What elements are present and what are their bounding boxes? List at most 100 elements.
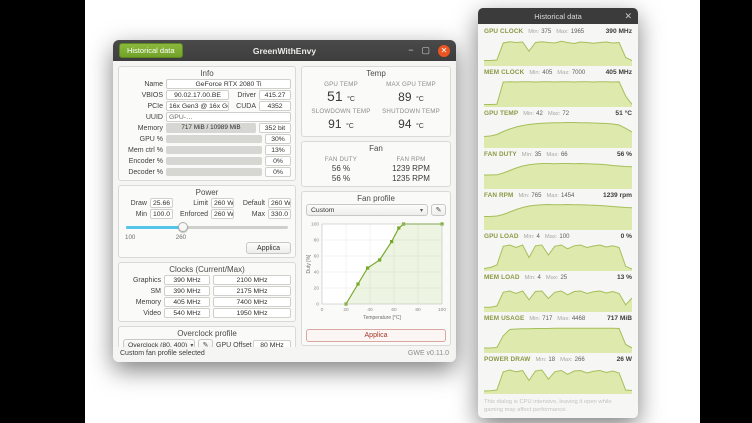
fan-duty-2: 56 % bbox=[306, 174, 376, 183]
main-window: Historical data GreenWithEnvy − ▢ ✕ Info… bbox=[113, 40, 456, 362]
metric-min: 35 bbox=[535, 152, 542, 158]
left-column: Info Name GeForce RTX 2080 Ti VBIOS 90.0… bbox=[118, 66, 296, 345]
main-content: Info Name GeForce RTX 2080 Ti VBIOS 90.0… bbox=[113, 61, 456, 347]
memory-usage-bar: 717 MiB / 10989 MiB bbox=[166, 123, 256, 133]
clock-current: 540 MHz bbox=[164, 308, 210, 318]
metric-name: MEM USAGE bbox=[484, 315, 524, 322]
power-title: Power bbox=[123, 188, 291, 197]
clock-label: Graphics bbox=[123, 277, 161, 284]
clock-current: 405 MHz bbox=[164, 297, 210, 307]
edit-fan-profile-button[interactable]: ✎ bbox=[431, 204, 446, 216]
edit-overclock-profile-button[interactable]: ✎ bbox=[198, 339, 213, 347]
historical-titlebar: Historical data ✕ bbox=[478, 8, 638, 24]
close-icon[interactable]: ✕ bbox=[438, 45, 450, 57]
metric-max: 266 bbox=[575, 357, 585, 363]
slider-thumb[interactable] bbox=[178, 222, 188, 232]
fan-section: Fan FAN DUTY FAN RPM 56 % 1239 RPM 56 % … bbox=[301, 141, 451, 187]
pcie-label: PCIe bbox=[123, 103, 163, 110]
metric-name: GPU CLOCK bbox=[484, 28, 523, 35]
fan-curve-chart: 020406080100020406080100Temperature [°C]… bbox=[306, 218, 446, 324]
clock-label: SM bbox=[123, 288, 161, 295]
close-icon[interactable]: ✕ bbox=[624, 12, 632, 21]
slider-value-mark: 260 bbox=[176, 234, 186, 241]
overclock-title: Overclock profile bbox=[123, 329, 291, 338]
name-label: Name bbox=[123, 81, 163, 88]
svg-text:40: 40 bbox=[314, 270, 320, 276]
svg-text:60: 60 bbox=[314, 254, 320, 260]
mem-ctrl-value: 13% bbox=[265, 145, 291, 155]
memory-bus-value: 352 bit bbox=[259, 123, 291, 133]
metric-current: 405 MHz bbox=[606, 69, 632, 76]
fan-profile-select[interactable]: Custom ▾ bbox=[306, 204, 428, 216]
gpu-offset-value: 80 MHz bbox=[253, 340, 291, 347]
metric-current: 717 MiB bbox=[607, 315, 632, 322]
gpu-name-value: GeForce RTX 2080 Ti bbox=[166, 79, 291, 89]
window-controls: − ▢ ✕ bbox=[408, 45, 450, 57]
metric-row-mem-clock: MEM CLOCK Min:405 Max:7000 405 MHz bbox=[484, 69, 632, 107]
svg-text:80: 80 bbox=[415, 307, 421, 313]
maximize-icon[interactable]: ▢ bbox=[421, 46, 430, 55]
clock-max: 1950 MHz bbox=[213, 308, 291, 318]
info-section: Info Name GeForce RTX 2080 Ti VBIOS 90.0… bbox=[118, 66, 296, 181]
power-draw-label: Draw bbox=[123, 200, 147, 207]
history-chart bbox=[484, 38, 632, 66]
metric-min: 18 bbox=[548, 357, 555, 363]
svg-text:20: 20 bbox=[314, 286, 320, 292]
metric-name: FAN RPM bbox=[484, 192, 513, 199]
fan-profile-title: Fan profile bbox=[306, 194, 446, 203]
metric-name: GPU LOAD bbox=[484, 233, 519, 240]
svg-text:20: 20 bbox=[343, 307, 349, 313]
power-enforced-value: 260 W bbox=[211, 209, 234, 219]
metric-min: 4 bbox=[538, 275, 541, 281]
svg-text:0: 0 bbox=[316, 302, 319, 308]
pencil-icon: ✎ bbox=[436, 206, 442, 214]
power-apply-button[interactable]: Applica bbox=[246, 242, 291, 254]
historical-data-button[interactable]: Historical data bbox=[119, 43, 183, 58]
metric-max: 25 bbox=[560, 275, 567, 281]
svg-text:80: 80 bbox=[314, 238, 320, 244]
metric-max: 100 bbox=[559, 234, 569, 240]
encoder-bar bbox=[166, 157, 262, 165]
driver-label: Driver bbox=[232, 92, 256, 99]
app-version: GWE v0.11.0 bbox=[408, 350, 449, 357]
power-section: Power Draw 25.66 W Limit 260 W Default 2… bbox=[118, 185, 296, 258]
metric-current: 26 W bbox=[617, 356, 632, 363]
minimize-icon[interactable]: − bbox=[408, 46, 413, 55]
fan-apply-button[interactable]: Applica bbox=[306, 329, 446, 342]
metric-max: 7000 bbox=[572, 70, 585, 76]
memory-usage-text: 717 MiB / 10989 MiB bbox=[166, 123, 256, 133]
metric-min: 717 bbox=[542, 316, 552, 322]
slowdown-temp-label: SLOWDOWN TEMP bbox=[306, 108, 376, 115]
svg-text:100: 100 bbox=[438, 307, 446, 313]
fan-duty-1: 56 % bbox=[306, 164, 376, 173]
decoder-label: Decoder % bbox=[123, 169, 163, 176]
decoder-value: 0% bbox=[265, 167, 291, 177]
clock-max: 7400 MHz bbox=[213, 297, 291, 307]
power-limit-slider[interactable] bbox=[126, 221, 288, 234]
historical-window-title: Historical data bbox=[478, 12, 638, 21]
gpu-usage-label: GPU % bbox=[123, 136, 163, 143]
metric-max: 4468 bbox=[572, 316, 585, 322]
clock-label: Video bbox=[123, 310, 161, 317]
cpu-warning-note: This dialog is CPU intensive, leaving it… bbox=[484, 398, 632, 414]
fan-title: Fan bbox=[306, 144, 446, 153]
overclock-profile-select[interactable]: Overclock (80, 400) ▾ bbox=[123, 339, 195, 347]
max-gpu-temp-value: 89 bbox=[398, 90, 411, 104]
fan-rpm-1: 1239 RPM bbox=[376, 164, 446, 173]
fan-profile-value: Custom bbox=[311, 207, 334, 214]
mem-ctrl-bar bbox=[166, 146, 262, 154]
power-limit-value: 260 W bbox=[211, 198, 234, 208]
metric-min: 42 bbox=[536, 111, 543, 117]
main-window-body: Info Name GeForce RTX 2080 Ti VBIOS 90.0… bbox=[113, 61, 456, 362]
clock-current: 390 MHz bbox=[164, 286, 210, 296]
power-max-value: 330.0 W bbox=[268, 209, 291, 219]
metric-current: 0 % bbox=[621, 233, 632, 240]
gpu-usage-value: 30% bbox=[265, 134, 291, 144]
metric-row-gpu-temp: GPU TEMP Min:42 Max:72 51 °C bbox=[484, 110, 632, 148]
power-default-label: Default bbox=[237, 200, 265, 207]
svg-text:Temperature [°C]: Temperature [°C] bbox=[363, 315, 401, 321]
clock-max: 2100 MHz bbox=[213, 275, 291, 285]
history-chart bbox=[484, 243, 632, 271]
metric-current: 56 % bbox=[617, 151, 632, 158]
historical-window: Historical data ✕ GPU CLOCK Min:375 Max:… bbox=[478, 8, 638, 418]
